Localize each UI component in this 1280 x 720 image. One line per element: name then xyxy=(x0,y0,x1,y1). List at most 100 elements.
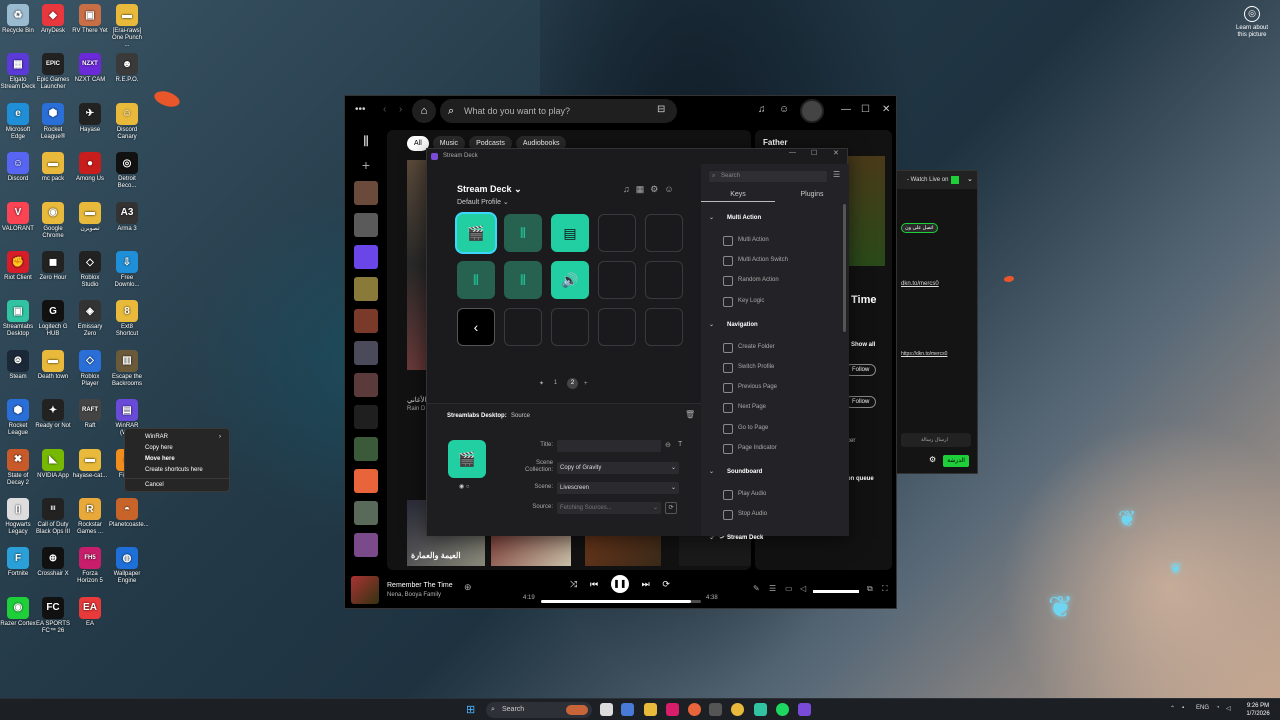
context-menu-item-move[interactable]: Move here xyxy=(125,454,229,465)
start-icon[interactable]: ⊞ xyxy=(466,703,475,716)
action-item[interactable]: Next Page xyxy=(701,397,841,417)
desktop-icon[interactable]: ▬ mc pack xyxy=(35,152,71,183)
library-item-liked[interactable] xyxy=(354,245,378,269)
more-icon[interactable]: ••• xyxy=(355,104,366,115)
desktop-icon[interactable]: e Microsoft Edge xyxy=(0,102,36,141)
deck-key-audio[interactable]: ⫴ xyxy=(504,261,542,299)
add-to-library-icon[interactable]: ⊕ xyxy=(464,582,472,593)
copilot-icon[interactable] xyxy=(621,703,634,716)
library-item[interactable] xyxy=(354,181,378,205)
library-item[interactable] xyxy=(354,277,378,301)
spotify-search-input[interactable]: ⌕ What do you want to play? xyxy=(440,99,677,123)
library-item[interactable] xyxy=(354,437,378,461)
store-icon[interactable] xyxy=(666,703,679,716)
scene-collection-select[interactable]: Copy of Gravity ⌄ xyxy=(557,462,679,474)
chat-input[interactable]: ارسال رسالة xyxy=(901,433,971,447)
task-view-icon[interactable] xyxy=(600,703,613,716)
desktop-icon[interactable]: ◼ Zero Hour xyxy=(35,251,71,282)
actions-search-input[interactable]: ⌕ Search xyxy=(709,171,827,182)
progress-bar[interactable] xyxy=(541,600,701,603)
desktop-icon[interactable]: ▦ Elgato Stream Deck xyxy=(0,53,36,91)
learn-about-picture[interactable]: ◎ Learn about this picture xyxy=(1232,6,1272,39)
deck-key-back[interactable]: ‹ xyxy=(457,308,495,346)
library-item[interactable] xyxy=(354,405,378,429)
desktop-icon[interactable]: ✈ Hayase xyxy=(72,102,108,134)
gear-icon[interactable]: ⚙ xyxy=(650,184,658,195)
deck-key-empty[interactable] xyxy=(551,308,589,346)
action-item[interactable]: Previous Page xyxy=(701,377,841,397)
chat-send-button[interactable]: الدرشة xyxy=(943,455,969,467)
marketplace-icon[interactable]: ▦ xyxy=(636,184,645,195)
refresh-icon[interactable]: ⟳ xyxy=(665,502,677,514)
desktop-icon[interactable]: ▯ Hogwarts Legacy xyxy=(0,498,36,536)
desktop-icon[interactable]: ▬ Death town xyxy=(35,349,71,381)
library-item[interactable] xyxy=(354,533,378,557)
chat-link-full[interactable]: https://dkn.to/mercs0 xyxy=(901,351,947,357)
back-icon[interactable]: ‹ xyxy=(383,104,386,115)
desktop-icon[interactable]: ● Among Us xyxy=(72,152,108,183)
desktop-icon[interactable]: R Rockstar Games ... xyxy=(72,498,108,536)
tray-app-icon[interactable]: ▪ xyxy=(1182,705,1184,711)
text-format-icon[interactable]: T xyxy=(678,441,682,448)
action-item[interactable]: Multi Action Switch xyxy=(701,250,841,270)
wifi-icon[interactable]: ◔ xyxy=(1216,705,1220,711)
deck-key-scene[interactable]: 🎬 xyxy=(457,214,495,252)
volume-icon[interactable]: ◁ xyxy=(800,584,806,593)
desktop-icon[interactable]: ▣ RV There Yet xyxy=(72,4,108,35)
page-1[interactable]: 1 xyxy=(550,378,561,389)
action-category[interactable]: Navigation xyxy=(701,315,841,335)
device-icon[interactable]: ▭ xyxy=(785,584,793,593)
desktop-icon[interactable]: ◇ Roblox Player xyxy=(72,349,108,388)
volume-slider[interactable] xyxy=(813,590,859,593)
desktop-icon[interactable]: ♻ Recycle Bin xyxy=(0,4,36,35)
desktop-icon[interactable]: EPIC Epic Games Launcher xyxy=(35,53,71,91)
chrome-icon[interactable] xyxy=(731,703,744,716)
desktop-icon[interactable]: NZXT NZXT CAM xyxy=(72,53,108,84)
card-strip[interactable] xyxy=(407,160,427,370)
bell-icon[interactable]: ♫ xyxy=(758,104,766,115)
desktop-icon[interactable]: V VALORANT xyxy=(0,201,36,233)
desktop-icon[interactable]: ◓ Planetcoaste... xyxy=(109,498,149,529)
context-menu-item-shortcut[interactable]: Create shortcuts here xyxy=(125,465,229,476)
deck-key-empty[interactable] xyxy=(598,261,636,299)
desktop-icon[interactable]: ⬢ Rocket League xyxy=(0,399,36,437)
pin-icon[interactable]: ✦ xyxy=(539,380,544,387)
bell-icon[interactable]: ♫ xyxy=(623,184,630,195)
desktop-icon[interactable]: ▥ Escape the Backrooms xyxy=(109,349,145,388)
fullscreen-icon[interactable]: ⛶ xyxy=(882,584,888,594)
add-icon[interactable]: + xyxy=(351,157,381,173)
library-item[interactable] xyxy=(354,501,378,525)
deck-key-mute[interactable]: ⫴ xyxy=(504,214,542,252)
chat-top-button[interactable]: اتصل على ون xyxy=(901,223,938,233)
trash-icon[interactable]: 🗑 xyxy=(685,410,695,419)
file-explorer-icon[interactable] xyxy=(644,703,657,716)
deck-key-volume[interactable]: 🔊 xyxy=(551,261,589,299)
desktop-icon[interactable]: ▬ [Erai-raws] One Punch ... xyxy=(109,4,145,49)
tray-chevron-icon[interactable]: ⌃ xyxy=(1170,705,1175,712)
context-menu-item-copy[interactable]: Copy here xyxy=(125,443,229,454)
deck-key-empty[interactable] xyxy=(645,308,683,346)
friends-icon[interactable]: ☺ xyxy=(779,104,789,115)
state-indicator[interactable]: ◉ ○ xyxy=(459,483,470,490)
lyrics-icon[interactable]: ✎ xyxy=(753,584,760,593)
now-playing-cover[interactable] xyxy=(351,576,379,604)
deck-key-empty[interactable] xyxy=(598,308,636,346)
context-menu-item-winrar[interactable]: WinRAR › xyxy=(125,432,229,443)
deck-key-empty[interactable] xyxy=(504,308,542,346)
desktop-icon[interactable]: ⇩ Free Downlo... xyxy=(109,251,145,289)
gear-icon[interactable]: ⚙ xyxy=(929,455,936,464)
desktop-icon[interactable]: ⊕ Crosshair X xyxy=(35,547,71,578)
library-item[interactable] xyxy=(354,309,378,333)
desktop-icon[interactable]: ✊ Riot Client xyxy=(0,251,36,282)
action-item[interactable]: Stop Audio xyxy=(701,504,841,524)
deck-key-empty[interactable] xyxy=(645,214,683,252)
tab-keys[interactable]: Keys xyxy=(701,188,775,202)
action-item[interactable]: Create Folder xyxy=(701,337,841,357)
action-item[interactable]: Multi Action xyxy=(701,230,841,250)
language-indicator[interactable]: ENG xyxy=(1196,705,1209,711)
scene-select[interactable]: Livescreen ⌄ xyxy=(557,482,679,494)
list-view-icon[interactable]: ☰ xyxy=(833,170,840,179)
desktop-icon[interactable]: ☻ R.E.P.O. xyxy=(109,53,145,84)
close-icon[interactable]: ✕ xyxy=(833,149,839,157)
library-item[interactable] xyxy=(354,469,378,493)
